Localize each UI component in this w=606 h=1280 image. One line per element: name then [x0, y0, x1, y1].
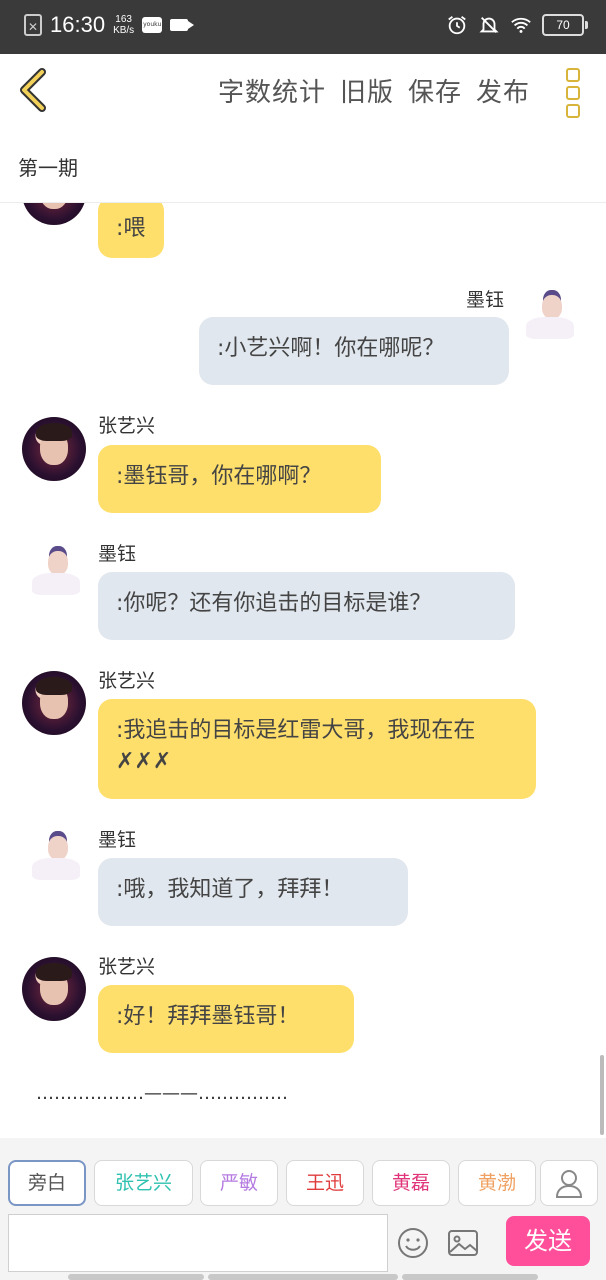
alarm-icon: [448, 16, 466, 35]
clock: 16:30: [50, 12, 106, 37]
character-chip-narration[interactable]: 旁白: [8, 1160, 86, 1206]
character-chip[interactable]: 黄渤: [458, 1160, 536, 1206]
speaker-name: 张艺兴: [98, 415, 156, 437]
message-bubble[interactable]: :我追击的目标是红雷大哥，我现在在✗✗✗: [98, 699, 536, 799]
message-bubble[interactable]: :墨钰哥，你在哪啊？: [98, 445, 381, 513]
avatar[interactable]: [22, 417, 86, 481]
add-character-button[interactable]: [540, 1160, 598, 1206]
avatar[interactable]: [516, 287, 580, 351]
nav-segment: [208, 1274, 398, 1280]
nav-segment: [68, 1274, 204, 1280]
divider-text: ………………———……………: [36, 1083, 288, 1104]
message-bubble[interactable]: :哦，我知道了，拜拜！: [98, 858, 408, 926]
word-count-button[interactable]: 字数统计: [218, 72, 326, 109]
message-bubble[interactable]: :小艺兴啊！你在哪呢？: [199, 317, 509, 385]
speaker-name: 墨钰: [98, 829, 137, 851]
nav-bar: [0, 1274, 606, 1280]
avatar[interactable]: [22, 957, 86, 1021]
speaker-name: 张艺兴: [98, 956, 156, 978]
more-menu-icon[interactable]: [566, 68, 580, 118]
scrollbar[interactable]: [600, 1055, 604, 1135]
nav-segment: [402, 1274, 538, 1280]
avatar[interactable]: [22, 203, 86, 225]
message-input[interactable]: [8, 1214, 388, 1272]
speaker-name: 墨钰: [98, 543, 137, 565]
youku-icon: youku: [142, 17, 163, 33]
back-icon[interactable]: [14, 68, 54, 112]
avatar[interactable]: [22, 828, 86, 892]
editor-toolbar: 字数统计 旧版 保存 发布: [0, 54, 606, 129]
speaker-name: 墨钰: [466, 289, 505, 311]
image-icon[interactable]: [446, 1226, 480, 1260]
character-chip[interactable]: 张艺兴: [94, 1160, 193, 1206]
wifi-icon: [511, 17, 531, 33]
emoji-icon[interactable]: [396, 1226, 430, 1260]
old-version-button[interactable]: 旧版: [340, 72, 394, 109]
send-button[interactable]: 发送: [506, 1216, 590, 1266]
video-icon: [170, 19, 195, 31]
message-bubble[interactable]: :你呢？还有你追击的目标是谁？: [98, 572, 515, 640]
character-chip[interactable]: 黄磊: [372, 1160, 450, 1206]
user-icon: [555, 1170, 583, 1198]
network-speed: 163 KB/s: [113, 14, 135, 36]
mute-bell-icon: [479, 17, 499, 33]
message-bubble[interactable]: :喂: [98, 203, 164, 258]
input-bar: 发送: [0, 1212, 606, 1280]
character-chip[interactable]: 王迅: [286, 1160, 364, 1206]
chat-area[interactable]: :喂 墨钰 :小艺兴啊！你在哪呢？ 张艺兴 :墨钰哥，你在哪啊？ 墨钰 :你呢？…: [0, 203, 606, 1138]
episode-title[interactable]: 第一期: [18, 152, 78, 181]
speaker-name: 张艺兴: [98, 670, 156, 692]
notification-icon: ✕: [24, 14, 42, 36]
avatar[interactable]: [22, 671, 86, 735]
status-bar: ✕ 16:30 163 KB/s youku 70: [0, 0, 606, 54]
avatar[interactable]: [22, 543, 86, 607]
episode-header: 第一期: [0, 128, 606, 203]
publish-button[interactable]: 发布: [476, 72, 530, 109]
character-chip[interactable]: 严敏: [200, 1160, 278, 1206]
battery-icon: 70: [542, 14, 588, 36]
message-bubble[interactable]: :好！拜拜墨钰哥！: [98, 985, 354, 1053]
save-button[interactable]: 保存: [408, 72, 462, 109]
character-selector: 旁白 张艺兴 严敏 王迅 黄磊 黄渤: [0, 1138, 606, 1212]
